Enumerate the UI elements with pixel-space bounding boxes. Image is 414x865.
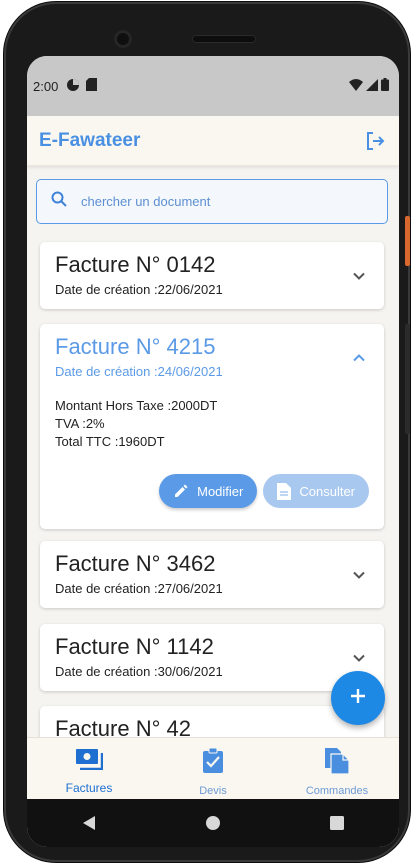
invoice-details: Montant Hors Taxe :2000DT TVA :2% Total … [55,397,369,451]
modify-button[interactable]: Modifier [159,474,258,508]
volume-button [405,324,410,434]
view-label: Consulter [299,483,355,499]
nav-label-commandes: Commandes [305,785,369,797]
sd-card-icon [86,78,98,94]
search-icon [51,191,67,212]
power-button [405,216,410,266]
pencil-icon [173,483,189,499]
invoice-title: Facture N° 4215 [55,334,216,359]
total-incl-tax: Total TTC :1960DT [55,434,165,449]
nav-label-devis: Devis [199,785,227,797]
modify-label: Modifier [197,483,244,499]
invoice-card[interactable]: Facture N° 1142 Date de création :30/06/… [40,624,384,691]
front-camera [114,30,132,48]
battery-icon [381,78,389,94]
amount-excl-tax: Montant Hors Taxe :2000DT [55,398,218,413]
invoice-date: Date de création :24/06/2021 [55,364,223,379]
invoice-card[interactable]: Facture N° 3462 Date de création :27/06/… [40,541,384,608]
invoice-title: Facture N° 1142 [55,634,214,659]
add-invoice-button[interactable] [331,671,385,725]
chevron-down-icon[interactable] [352,269,366,283]
invoice-date: Date de création :27/06/2021 [55,581,223,596]
chevron-down-icon[interactable] [352,651,366,665]
recents-icon[interactable] [322,808,352,838]
signal-icon [366,78,378,94]
back-icon[interactable] [74,808,104,838]
screen: 2:00 E-Fawateer chercher un document Fac… [27,56,399,847]
invoice-card[interactable]: Facture N° 0142 Date de création :22/06/… [40,242,384,309]
invoice-date: Date de création :22/06/2021 [55,282,223,297]
document-icon [277,482,292,500]
plus-icon [349,687,367,710]
invoice-card-expanded[interactable]: Facture N° 4215 Date de création :24/06/… [40,324,384,529]
invoice-title: Facture N° 0142 [55,252,216,277]
chevron-down-icon[interactable] [352,568,366,582]
chevron-up-icon[interactable] [352,351,366,365]
invoice-title: Facture N° 3462 [55,551,216,576]
app-title: E-Fawateer [39,129,141,151]
wifi-icon [349,78,363,94]
invoice-date: Date de création :30/06/2021 [55,664,223,679]
phone-frame: 2:00 E-Fawateer chercher un document Fac… [4,2,410,862]
bottom-navigation: Factures Devis Commandes [27,737,399,799]
status-time: 2:00 [33,78,59,94]
earpiece-speaker [192,35,256,43]
invoice-actions: Modifier Consulter [159,474,369,508]
logout-icon[interactable] [363,129,387,153]
clipboard-check-icon [202,747,224,779]
vat-rate: TVA :2% [55,416,105,431]
status-bar: 2:00 [27,56,399,116]
nav-item-commandes[interactable]: Commandes [275,738,399,799]
system-navigation-bar [27,799,399,847]
search-box[interactable] [36,179,388,224]
app-bar: E-Fawateer [27,116,399,166]
home-icon[interactable] [198,808,228,838]
nav-label-factures: Factures [65,781,113,795]
view-button[interactable]: Consulter [263,474,369,508]
file-copy-icon [325,748,350,779]
data-saver-icon [66,78,80,95]
receipt-icon [75,748,104,775]
nav-item-factures[interactable]: Factures [27,738,151,799]
search-input[interactable] [81,194,361,209]
nav-item-devis[interactable]: Devis [151,738,275,799]
